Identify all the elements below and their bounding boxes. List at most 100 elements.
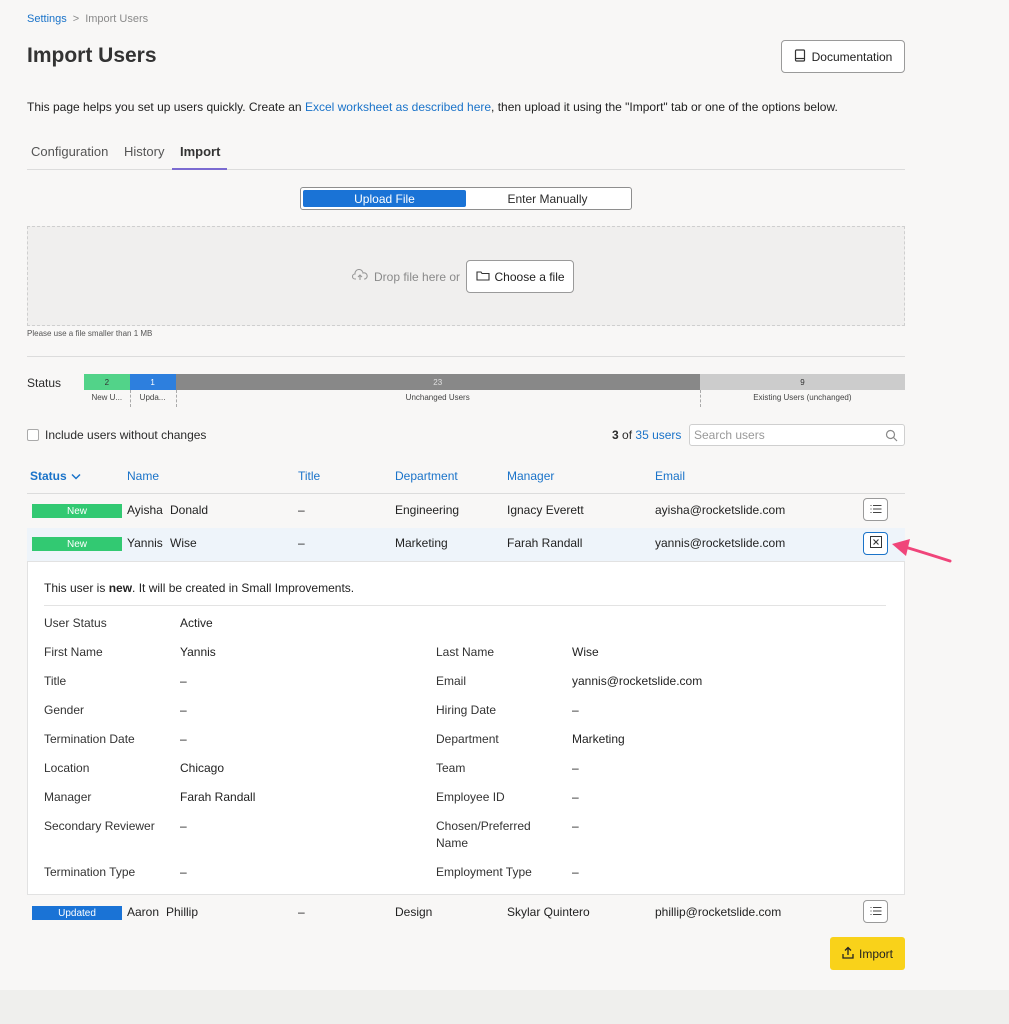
title-column-header[interactable]: Title	[298, 469, 320, 483]
detail-value: Yannis	[180, 645, 216, 659]
detail-value: Chicago	[180, 761, 225, 775]
detail-message-end: . It will be created in Small Improvemen…	[132, 581, 355, 595]
status-segment[interactable]: 9	[699, 374, 905, 390]
detail-label: Manager	[44, 790, 92, 804]
drop-zone-content: Drop file here or Choose a file	[351, 260, 575, 293]
page-footer	[0, 990, 1009, 1024]
email-column-header[interactable]: Email	[655, 469, 685, 483]
detail-value: yannis@rocketslide.com	[572, 674, 703, 688]
detail-label: Email	[436, 674, 467, 688]
show-details-button[interactable]	[863, 900, 888, 923]
book-icon	[794, 48, 806, 65]
detail-label: Gender	[44, 703, 85, 717]
user-last-name: Wise	[170, 536, 197, 550]
detail-label: User Status	[44, 616, 107, 630]
detail-label: Termination Type	[44, 865, 136, 879]
status-badge: Updated	[32, 906, 122, 920]
user-department: Engineering	[395, 503, 460, 517]
name-column-header[interactable]: Name	[127, 469, 159, 483]
detail-label: Location	[44, 761, 90, 775]
import-button[interactable]: Import	[830, 937, 905, 970]
page-title: Import Users	[27, 44, 157, 67]
user-department: Design	[395, 905, 433, 919]
detail-divider	[44, 605, 886, 606]
detail-value: –	[180, 732, 187, 746]
detail-value: –	[572, 819, 579, 833]
status-segment[interactable]: 23	[175, 374, 700, 390]
detail-label: Last Name	[436, 645, 495, 659]
status-badge: New	[32, 537, 122, 551]
detail-value: Marketing	[572, 732, 625, 746]
status-segment-label: Upda...	[139, 393, 166, 402]
department-column-header[interactable]: Department	[395, 469, 458, 483]
include-unchanged-checkbox[interactable]	[27, 429, 39, 441]
detail-label: Team	[436, 761, 466, 775]
user-manager: Ignacy Everett	[507, 503, 584, 517]
drop-file-text: Drop file here or	[374, 269, 461, 284]
cloud-upload-icon	[351, 268, 368, 284]
status-column-header[interactable]: Status	[30, 469, 81, 483]
user-department: Marketing	[395, 536, 448, 550]
status-segment-label: Existing Users (unchanged)	[753, 393, 852, 402]
status-segment-label: New U...	[91, 393, 123, 402]
detail-message-bold: new	[108, 581, 133, 595]
include-unchanged-label: Include users without changes	[45, 428, 207, 442]
folder-icon	[475, 270, 490, 284]
user-manager: Farah Randall	[507, 536, 583, 550]
breadcrumb: Settings > Import Users	[27, 13, 148, 25]
upload-file-option[interactable]: Upload File	[303, 190, 466, 207]
chevron-down-icon	[71, 469, 81, 483]
detail-label: Employment Type	[436, 865, 532, 879]
divider	[27, 356, 905, 357]
manager-column-header[interactable]: Manager	[507, 469, 554, 483]
detail-value: Farah Randall	[180, 790, 256, 804]
status-segment-label: Unchanged Users	[405, 393, 470, 402]
enter-manually-option[interactable]: Enter Manually	[466, 190, 629, 207]
breadcrumb-separator: >	[72, 13, 80, 25]
upload-mode-toggle: Upload File Enter Manually	[300, 187, 632, 210]
user-manager: Skylar Quintero	[507, 905, 590, 919]
tab-import[interactable]: Import	[172, 141, 227, 170]
detail-label: Hiring Date	[436, 703, 497, 717]
documentation-label: Documentation	[811, 49, 893, 64]
status-segment[interactable]: 2	[84, 374, 130, 390]
file-size-hint: Please use a file smaller than 1 MB	[27, 329, 153, 338]
user-title: –	[298, 536, 305, 550]
detail-value: –	[180, 865, 187, 879]
total-users-link[interactable]: 35 users	[635, 428, 681, 442]
user-last-name: Donald	[170, 503, 209, 517]
excel-worksheet-link[interactable]: Excel worksheet as described here	[305, 100, 491, 114]
table-header-divider	[27, 493, 905, 494]
close-icon	[869, 535, 882, 553]
status-segment-separator	[175, 390, 177, 407]
user-first-name: Ayisha	[127, 503, 163, 517]
user-first-name: Aaron	[127, 905, 160, 919]
status-header-label: Status	[30, 469, 67, 483]
tab-configuration[interactable]: Configuration	[31, 141, 124, 170]
breadcrumb-settings-link[interactable]: Settings	[27, 13, 67, 25]
include-unchanged-option[interactable]: Include users without changes	[27, 428, 206, 442]
detail-message-start: This user is	[44, 581, 109, 595]
detail-value: –	[572, 865, 579, 879]
search-placeholder: Search users	[694, 428, 765, 442]
tab-history[interactable]: History	[124, 141, 172, 170]
detail-value: –	[180, 703, 187, 717]
detail-message: This user is new. It will be created in …	[44, 581, 354, 595]
documentation-button[interactable]: Documentation	[781, 40, 905, 73]
choose-file-button[interactable]: Choose a file	[466, 260, 575, 293]
search-users-input[interactable]: Search users	[689, 424, 905, 446]
detail-label-continued: Name	[436, 836, 469, 850]
show-details-button[interactable]	[863, 498, 888, 521]
user-count: 3 of 35 users	[612, 428, 681, 442]
user-last-name: Phillip	[166, 905, 199, 919]
detail-label: First Name	[44, 645, 103, 659]
close-details-button[interactable]	[863, 532, 888, 555]
detail-value: –	[572, 761, 579, 775]
detail-label: Employee ID	[436, 790, 505, 804]
status-segment-separator	[699, 390, 701, 407]
user-first-name: Yannis	[127, 536, 163, 550]
status-segment[interactable]: 1	[129, 374, 176, 390]
user-title: –	[298, 503, 305, 517]
detail-value: –	[180, 819, 187, 833]
status-label: Status	[27, 376, 62, 390]
